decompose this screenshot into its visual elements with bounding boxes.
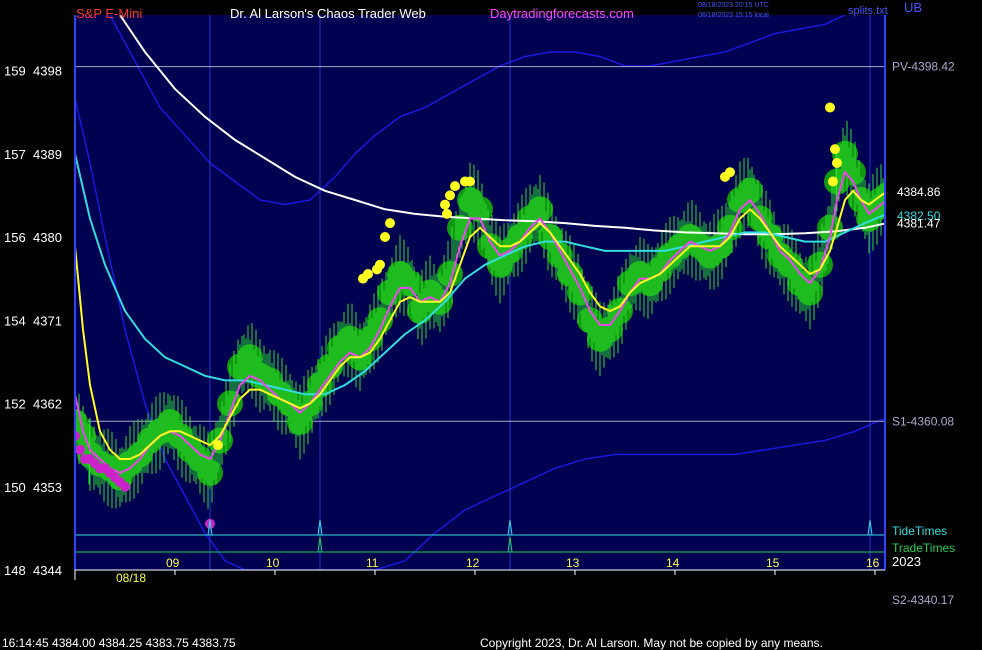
y-tick-price: 4344 xyxy=(33,563,62,578)
chart-canvas: PV-4398.42 S1-4360.08 S2-4340.17 4384.86 438… xyxy=(0,0,982,650)
right-value-label: 4384.86 xyxy=(897,185,941,199)
yellow-dot xyxy=(725,167,735,178)
x-tick-label: 13 xyxy=(566,556,580,570)
magenta-dot xyxy=(120,481,130,492)
yellow-dot xyxy=(825,102,835,113)
y-tick-price: 4362 xyxy=(33,397,62,412)
y-tick-label: 148 xyxy=(4,563,26,578)
y-tick-label: 156 xyxy=(4,230,26,245)
y-tick-price: 4371 xyxy=(33,313,62,328)
right-value-label: 4381.47 xyxy=(897,216,941,230)
yellow-dot xyxy=(440,199,450,210)
level-label: S1-4360.08 xyxy=(892,414,954,428)
y-tick-price: 4398 xyxy=(33,64,62,79)
magenta-dot xyxy=(75,444,85,455)
yellow-dot xyxy=(375,259,385,270)
x-tick-label: 12 xyxy=(466,556,480,570)
x-tick-label: 11 xyxy=(366,556,379,570)
x-tick-label: 16 xyxy=(866,556,880,570)
header-mode: splits.txt xyxy=(848,5,888,17)
yellow-dot xyxy=(445,190,455,201)
yellow-dot xyxy=(832,158,842,168)
y-tick-label: 154 xyxy=(4,313,26,328)
x-tick-label: 15 xyxy=(766,556,780,570)
x-tick-label: 09 xyxy=(166,556,180,570)
header-local-time: 08/18/2023 15:15 local xyxy=(698,12,769,19)
header-symbol: S&P E-Mini xyxy=(76,6,142,21)
header-title: Dr. Al Larson's Chaos Trader Web xyxy=(230,6,426,21)
yellow-dot xyxy=(830,144,840,155)
yellow-dot xyxy=(385,218,395,229)
yellow-dot xyxy=(450,181,460,192)
header-site[interactable]: Daytradingforecasts.com xyxy=(490,6,634,21)
yellow-dot xyxy=(442,208,452,219)
header-mode-suffix: UB xyxy=(904,0,922,15)
y-tick-label: 159 xyxy=(4,64,26,79)
level-label: PV-4398.42 xyxy=(892,60,955,74)
x-tick-label: 14 xyxy=(666,556,680,570)
y-tick-price: 4389 xyxy=(33,147,62,162)
header-utc-time: 08/18/2023 20:15 UTC xyxy=(698,2,769,9)
footer-quote: 16:14:45 4384.00 4384.25 4383.75 4383.75 xyxy=(2,636,236,650)
y-tick-label: 150 xyxy=(4,480,26,495)
yellow-dot xyxy=(363,269,373,279)
footer-copyright: Copyright 2023, Dr. Al Larson. May not b… xyxy=(480,636,823,650)
yellow-dot xyxy=(213,440,223,451)
y-tick-label: 157 xyxy=(4,147,26,162)
y-tick-label: 152 xyxy=(4,397,26,412)
x-axis-year: 2023 xyxy=(892,554,921,569)
plot-background xyxy=(75,15,885,570)
level-label: S2-4340.17 xyxy=(892,593,954,607)
time-line-label: TideTimes xyxy=(892,524,947,538)
yellow-dot xyxy=(380,232,390,242)
time-line-label: TradeTimes xyxy=(892,541,955,555)
x-axis-date: 08/18 xyxy=(116,571,146,585)
x-tick-label: 10 xyxy=(266,556,280,570)
yellow-dot xyxy=(828,176,838,187)
y-tick-price: 4353 xyxy=(33,480,62,495)
yellow-dot xyxy=(465,176,475,187)
y-tick-price: 4380 xyxy=(33,230,62,245)
